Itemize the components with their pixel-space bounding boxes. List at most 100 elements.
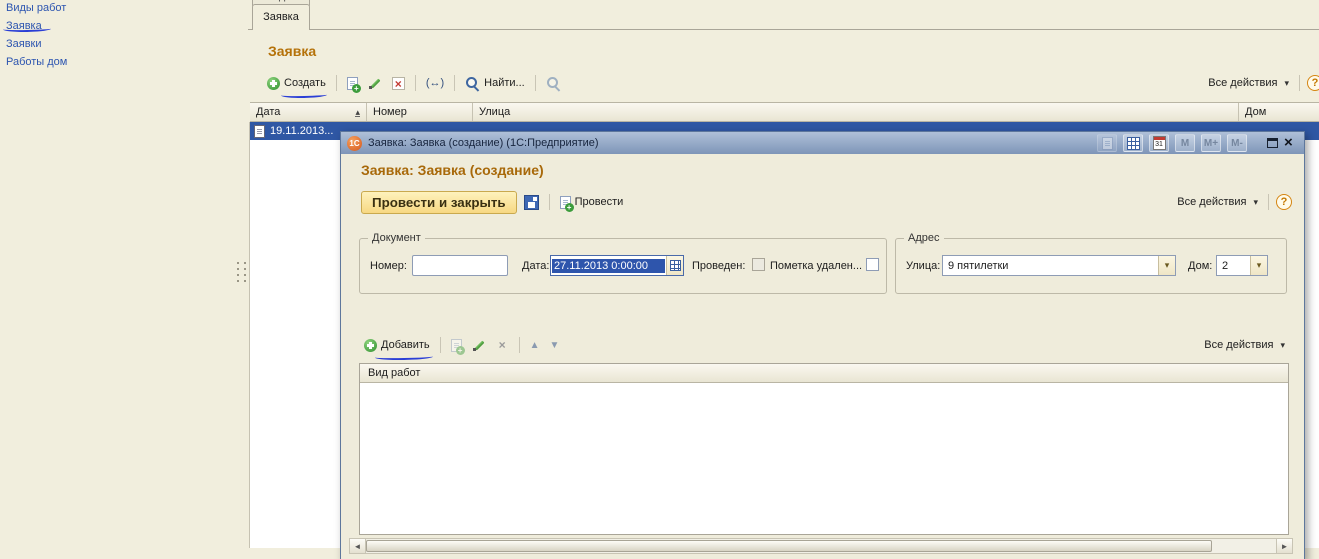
annotation-underline	[3, 26, 51, 33]
separator	[336, 75, 337, 91]
calendar-picker-button[interactable]	[666, 256, 683, 275]
date-label: Дата:	[522, 260, 549, 272]
house-dropdown-button[interactable]	[1250, 256, 1267, 275]
find-button[interactable]: Найти...	[462, 74, 528, 93]
delete-icon	[496, 339, 509, 352]
house-value: 2	[1217, 260, 1250, 272]
street-value: 9 пятилетки	[943, 260, 1158, 272]
street-dropdown-button[interactable]	[1158, 256, 1175, 275]
help-icon[interactable]: ?	[1276, 194, 1292, 210]
items-all-actions-button[interactable]: Все действия	[1201, 337, 1288, 353]
grid-icon	[1127, 137, 1140, 150]
deletion-mark-label: Пометка удален...	[770, 260, 862, 272]
save-button[interactable]	[521, 193, 542, 212]
copy-icon	[347, 77, 358, 90]
scrollbar-thumb[interactable]	[366, 540, 1212, 552]
edit-button[interactable]	[365, 74, 385, 92]
separator	[415, 75, 416, 91]
calendar-icon: 31	[1153, 136, 1166, 150]
post-icon	[560, 196, 571, 209]
column-header-street[interactable]: Улица	[473, 103, 1239, 121]
posted-checkbox	[752, 258, 765, 271]
sort-asc-icon	[355, 108, 360, 117]
document-dialog: 1С Заявка: Заявка (создание) (1С:Предпри…	[340, 131, 1305, 559]
all-actions-button[interactable]: Все действия	[1205, 75, 1292, 91]
set-interval-button[interactable]: (↔)	[423, 75, 447, 91]
memory-recall-button: M	[1175, 134, 1195, 152]
find-button-label: Найти...	[484, 77, 525, 89]
separator	[535, 75, 536, 91]
separator	[549, 194, 550, 210]
help-icon[interactable]: ?	[1307, 75, 1319, 91]
scrollbar-track[interactable]	[1212, 539, 1276, 553]
post-button-label: Провести	[575, 196, 624, 208]
separator	[519, 337, 520, 353]
edit-row-button[interactable]	[469, 336, 489, 354]
annotation-underline	[375, 353, 433, 360]
date-value: 27.11.2013 0:00:00	[552, 259, 665, 273]
separator	[454, 75, 455, 91]
all-actions-label: Все действия	[1208, 77, 1277, 89]
delete-button[interactable]	[389, 75, 408, 92]
app-screen: Виды работ Заявка Заявки Работы дом Созд…	[0, 0, 1319, 559]
column-header-date[interactable]: Дата	[250, 103, 367, 121]
window-icon	[1097, 134, 1117, 152]
street-label: Улица:	[906, 260, 940, 272]
column-header-number[interactable]: Номер	[367, 103, 473, 121]
splitter-handle[interactable]	[244, 262, 246, 282]
all-actions-label: Все действия	[1177, 196, 1246, 208]
deletion-mark-checkbox[interactable]	[866, 258, 879, 271]
arrow-up-icon	[530, 339, 540, 351]
tab-strip: Создать Заявка	[248, 0, 1319, 30]
move-down-button	[547, 337, 563, 353]
tab-zayavka[interactable]: Заявка	[252, 4, 310, 31]
document-icon	[254, 125, 265, 138]
list-table-header: Дата Номер Улица Дом	[250, 102, 1319, 122]
number-label: Номер:	[370, 260, 407, 272]
separator	[1268, 194, 1269, 210]
copy-button[interactable]	[344, 75, 361, 92]
plus-icon	[364, 339, 377, 352]
create-button[interactable]: Создать	[264, 75, 329, 92]
add-row-label: Добавить	[381, 339, 430, 351]
all-actions-label: Все действия	[1204, 339, 1273, 351]
arrow-down-icon	[550, 339, 560, 351]
separator	[440, 337, 441, 353]
column-header-house[interactable]: Дом	[1239, 103, 1319, 121]
date-field[interactable]: 27.11.2013 0:00:00	[550, 255, 684, 276]
sidebar-item-vidy-rabot[interactable]: Виды работ	[6, 2, 66, 14]
sidebar-item-zayavki[interactable]: Заявки	[6, 38, 42, 50]
add-row-button[interactable]: Добавить	[361, 337, 433, 354]
maximize-icon[interactable]	[1267, 138, 1278, 148]
post-and-close-button[interactable]: Провести и закрыть	[361, 191, 517, 214]
document-group: Документ Номер: Дата: 27.11.2013 0:00:00…	[359, 238, 887, 294]
interval-icon: (↔)	[426, 77, 444, 89]
show-table-button[interactable]	[1123, 134, 1143, 152]
search-icon	[465, 76, 480, 91]
items-table: Вид работ	[359, 363, 1289, 535]
post-button[interactable]: Провести	[557, 194, 627, 211]
street-select[interactable]: 9 пятилетки	[942, 255, 1176, 276]
items-toolbar: Добавить Все действия	[361, 335, 1288, 355]
dialog-all-actions-button[interactable]: Все действия	[1174, 194, 1261, 210]
search-clear-icon	[546, 76, 561, 91]
scroll-left-button[interactable]	[350, 539, 366, 553]
house-select[interactable]: 2	[1216, 255, 1268, 276]
copy-row-button	[448, 337, 465, 354]
horizontal-scrollbar[interactable]	[349, 538, 1293, 554]
address-group: Адрес Улица: 9 пятилетки Дом: 2	[895, 238, 1287, 294]
group-legend: Адрес	[904, 232, 944, 244]
items-column-header[interactable]: Вид работ	[360, 364, 1288, 383]
scroll-right-button[interactable]	[1276, 539, 1292, 553]
doc-icon	[1102, 137, 1113, 150]
dialog-titlebar[interactable]: 1С Заявка: Заявка (создание) (1С:Предпри…	[341, 132, 1304, 154]
splitter-handle[interactable]	[237, 262, 239, 282]
dialog-title: Заявка: Заявка (создание) (1С:Предприяти…	[368, 137, 1091, 149]
calendar-grid-icon	[670, 260, 681, 271]
posted-label: Проведен:	[692, 260, 745, 272]
sidebar-item-raboty-dom[interactable]: Работы дом	[6, 56, 67, 68]
number-field[interactable]	[412, 255, 508, 276]
close-icon[interactable]	[1284, 136, 1298, 150]
create-button-label: Создать	[284, 77, 326, 89]
calendar-button[interactable]: 31	[1149, 134, 1169, 152]
